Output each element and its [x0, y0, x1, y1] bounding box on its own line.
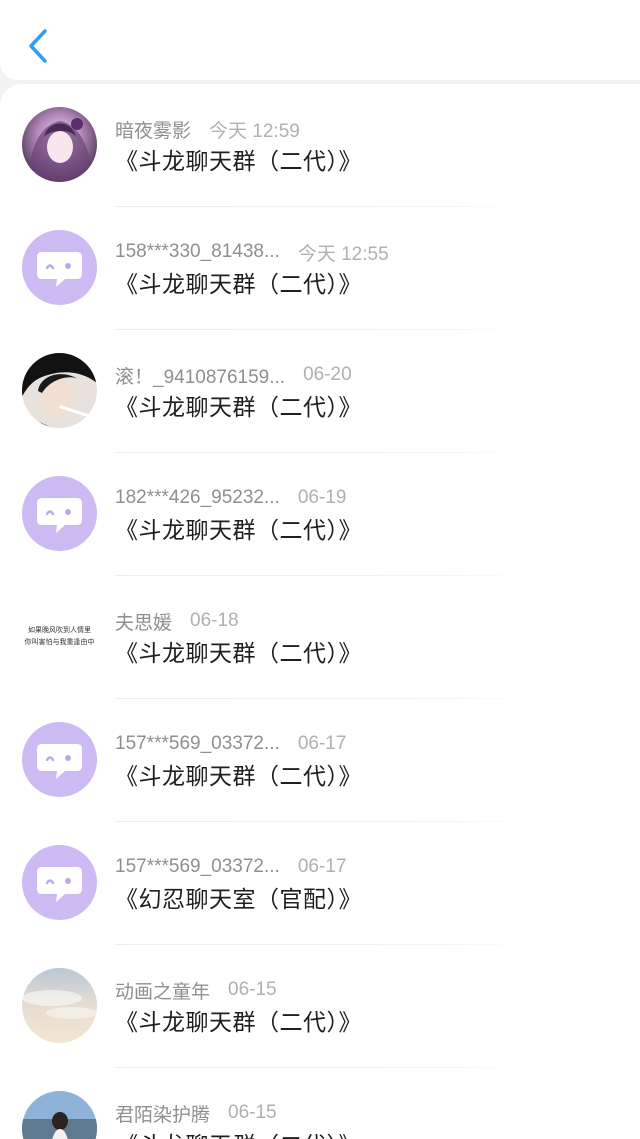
chat-list-item[interactable]: 157***569_03372... 06-17 《幻忍聊天室（官配）》: [0, 822, 640, 945]
chat-bubble-icon: [37, 744, 82, 779]
group-title: 《斗龙聊天群（二代）》: [115, 394, 362, 420]
sender-name: 暗夜雾影: [115, 120, 192, 142]
chat-list-item[interactable]: 滚！_9410876159... 06-20 《斗龙聊天群（二代）》: [0, 330, 640, 453]
avatar: [22, 1091, 97, 1139]
chat-list-item[interactable]: 157***569_03372... 06-17 《斗龙聊天群（二代）》: [0, 699, 640, 822]
back-button[interactable]: [18, 24, 58, 68]
sender-name: 157***569_03372...: [115, 856, 280, 877]
group-title: 《斗龙聊天群（二代）》: [115, 271, 362, 297]
avatar: 如果晚风吹到人情里 你叫害怕与我重逢由中: [22, 599, 97, 674]
chat-list-item[interactable]: 158***330_81438... 今天 12:55 《斗龙聊天群（二代）》: [0, 207, 640, 330]
avatar-calligraphy-line-2: 你叫害怕与我重逢由中: [25, 637, 95, 646]
chat-list-item[interactable]: 如果晚风吹到人情里 你叫害怕与我重逢由中 夫思媛 06-18 《斗龙聊天群（二代…: [0, 576, 640, 699]
group-title: 《斗龙聊天群（二代）》: [115, 1126, 362, 1139]
timestamp: 今天 12:55: [297, 243, 389, 265]
item-meta: 动画之童年 06-15: [115, 977, 277, 1003]
sender-name: 动画之童年: [115, 981, 211, 1003]
avatar: [22, 968, 97, 1043]
chat-list-item[interactable]: 动画之童年 06-15 《斗龙聊天群（二代）》: [0, 945, 640, 1068]
sender-name: 157***569_03372...: [115, 733, 280, 754]
chat-list-item[interactable]: 暗夜雾影 今天 12:59 《斗龙聊天群（二代）》: [0, 84, 640, 207]
group-title: 《斗龙聊天群（二代）》: [115, 148, 362, 174]
avatar-calligraphy-line-1: 如果晚风吹到人情里: [28, 625, 91, 634]
timestamp: 06-20: [303, 364, 352, 385]
timestamp: 06-15: [228, 979, 277, 1000]
timestamp: 06-15: [228, 1102, 277, 1123]
group-title: 《斗龙聊天群（二代）》: [115, 517, 362, 543]
chat-list: 暗夜雾影 今天 12:59 《斗龙聊天群（二代）》 158***330_8143…: [0, 84, 640, 1139]
timestamp: 06-18: [190, 610, 239, 631]
chat-bubble-icon: [37, 252, 82, 287]
item-meta: 夫思媛 06-18: [115, 608, 239, 634]
group-title: 《斗龙聊天群（二代）》: [115, 763, 362, 789]
item-meta: 182***426_95232... 06-19: [115, 485, 346, 511]
item-meta: 157***569_03372... 06-17: [115, 731, 346, 757]
chat-list-item[interactable]: 君陌染护腾 06-15 《斗龙聊天群（二代）》: [0, 1068, 640, 1139]
chat-bubble-icon: [37, 498, 82, 533]
group-title: 《幻忍聊天室（官配）》: [115, 886, 362, 912]
item-meta: 君陌染护腾 06-15: [115, 1100, 277, 1126]
group-title: 《斗龙聊天群（二代）》: [115, 640, 362, 666]
sender-name: 君陌染护腾: [115, 1104, 211, 1126]
item-meta: 157***569_03372... 06-17: [115, 854, 346, 880]
timestamp: 06-17: [297, 856, 347, 877]
chat-list-item[interactable]: 182***426_95232... 06-19 《斗龙聊天群（二代）》: [0, 453, 640, 576]
avatar: [22, 722, 97, 797]
item-meta: 158***330_81438... 今天 12:55: [115, 239, 389, 265]
top-bar: [0, 0, 640, 80]
sender-name: 182***426_95232...: [115, 487, 280, 508]
avatar: [22, 107, 97, 182]
avatar: [22, 230, 97, 305]
timestamp: 06-17: [297, 733, 347, 754]
sender-name: 158***330_81438...: [115, 241, 280, 262]
item-meta: 滚！_9410876159... 06-20: [115, 362, 352, 388]
sender-name: 夫思媛: [115, 612, 173, 634]
chevron-left-icon: [29, 29, 47, 63]
chat-bubble-icon: [37, 867, 82, 902]
avatar: [22, 845, 97, 920]
item-meta: 暗夜雾影 今天 12:59: [115, 116, 300, 142]
group-title: 《斗龙聊天群（二代）》: [115, 1009, 362, 1035]
timestamp: 06-19: [297, 487, 347, 508]
sender-name: 滚！_9410876159...: [115, 366, 286, 388]
timestamp: 今天 12:59: [209, 120, 300, 142]
avatar: [22, 353, 97, 428]
avatar: [22, 476, 97, 551]
